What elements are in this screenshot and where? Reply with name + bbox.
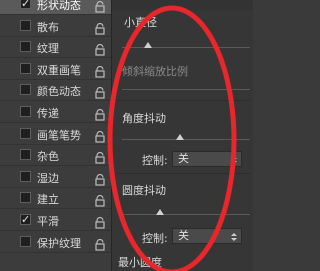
lock-icon[interactable] (94, 41, 106, 56)
angle-control-value: 关 (178, 152, 189, 165)
brush-option-checkbox[interactable] (20, 170, 31, 182)
roundness-control-value: 关 (178, 229, 189, 242)
lock-icon[interactable] (94, 192, 106, 207)
brush-option-row[interactable]: 保护纹理 (0, 232, 111, 253)
roundness-jitter-label: 圆度抖动 (122, 184, 166, 197)
brush-option-row[interactable]: 杂色 (0, 145, 111, 167)
brush-option-row[interactable]: 纹理 (0, 37, 111, 59)
roundness-jitter-slider-track[interactable] (122, 214, 250, 215)
brush-option-label: 杂色 (37, 150, 59, 164)
lock-icon[interactable] (94, 236, 106, 251)
min-diameter-label: 小直径 (124, 16, 157, 29)
min-roundness-label: 最小圆度 (118, 256, 162, 269)
lock-icon[interactable] (94, 149, 106, 164)
brush-option-row[interactable]: ✓ 形状动态 (0, 0, 111, 15)
lock-icon[interactable] (94, 0, 106, 13)
angle-jitter-slider-track[interactable] (122, 139, 250, 140)
section-divider (117, 173, 250, 174)
lock-icon[interactable] (94, 63, 106, 78)
brush-option-checkbox[interactable] (20, 84, 31, 96)
angle-control-label: 控制: (142, 154, 168, 167)
angle-jitter-label: 角度抖动 (122, 112, 166, 125)
min-diameter-slider-thumb[interactable] (144, 42, 152, 48)
brush-option-checkbox[interactable] (20, 235, 31, 247)
lock-icon[interactable] (94, 84, 106, 99)
section-divider (117, 100, 250, 101)
lock-icon[interactable] (94, 214, 106, 229)
roundness-control-label: 控制: (142, 232, 168, 245)
brush-settings-list: ✓ 形状动态散布纹理双重画笔颜色动态传递画笔笔势杂色湿边建立 ✓ 平滑保护纹理 (0, 0, 112, 271)
brush-option-checkbox[interactable]: ✓ (20, 214, 31, 225)
brush-option-row[interactable]: 建立 (0, 188, 111, 210)
panel-header-strip (112, 0, 253, 10)
brush-option-row[interactable]: 画笔笔势 (0, 124, 111, 145)
brush-option-label: 传递 (37, 107, 59, 120)
brush-option-checkbox[interactable] (20, 106, 31, 117)
brush-option-label: 双重画笔 (37, 63, 81, 77)
brush-option-label: 建立 (37, 193, 59, 207)
tilt-scale-slider-track (122, 89, 250, 90)
brush-option-row[interactable]: 传递 (0, 102, 111, 123)
shape-dynamics-panel: 小直径 倾斜缩放比例 角度抖动 控制: 关 圆度抖动 控制: 关 最小圆度 (112, 0, 253, 271)
brush-option-checkbox[interactable] (20, 192, 31, 204)
brush-option-row[interactable]: 双重画笔 (0, 59, 111, 80)
brush-option-checkbox[interactable] (20, 19, 31, 31)
lock-icon[interactable] (94, 106, 106, 121)
angle-jitter-slider-thumb[interactable] (176, 134, 184, 140)
lock-icon[interactable] (94, 20, 106, 35)
brush-option-checkbox[interactable] (20, 149, 31, 161)
dropdown-arrows-icon (231, 233, 237, 241)
brush-option-checkbox[interactable]: ✓ (20, 0, 31, 9)
brush-option-row[interactable]: 散布 (0, 16, 111, 37)
brush-option-row[interactable]: 湿边 (0, 167, 111, 188)
angle-control-dropdown[interactable]: 关 (172, 151, 242, 167)
brush-option-checkbox[interactable] (20, 41, 31, 53)
brush-option-row[interactable]: 颜色动态 (0, 80, 111, 102)
lock-icon[interactable] (94, 171, 106, 186)
roundness-control-dropdown[interactable]: 关 (172, 228, 242, 244)
brush-option-label: 平滑 (37, 215, 59, 228)
brush-option-label: 形状动态 (37, 0, 81, 12)
brush-option-label: 保护纹理 (37, 236, 81, 250)
brush-option-label: 画笔笔势 (37, 128, 81, 142)
lock-icon[interactable] (94, 128, 106, 143)
brush-option-label: 颜色动态 (37, 85, 81, 99)
tilt-scale-label: 倾斜缩放比例 (122, 65, 188, 78)
brush-option-label: 湿边 (37, 171, 59, 185)
brush-option-label: 散布 (37, 20, 59, 34)
brush-option-checkbox[interactable] (20, 62, 31, 74)
brush-option-checkbox[interactable] (20, 127, 31, 139)
min-diameter-slider-track[interactable] (122, 47, 250, 48)
brush-option-label: 纹理 (37, 42, 59, 56)
roundness-jitter-slider-thumb[interactable] (156, 209, 164, 215)
dropdown-arrows-icon (231, 156, 237, 164)
brush-option-row[interactable]: ✓ 平滑 (0, 210, 111, 231)
